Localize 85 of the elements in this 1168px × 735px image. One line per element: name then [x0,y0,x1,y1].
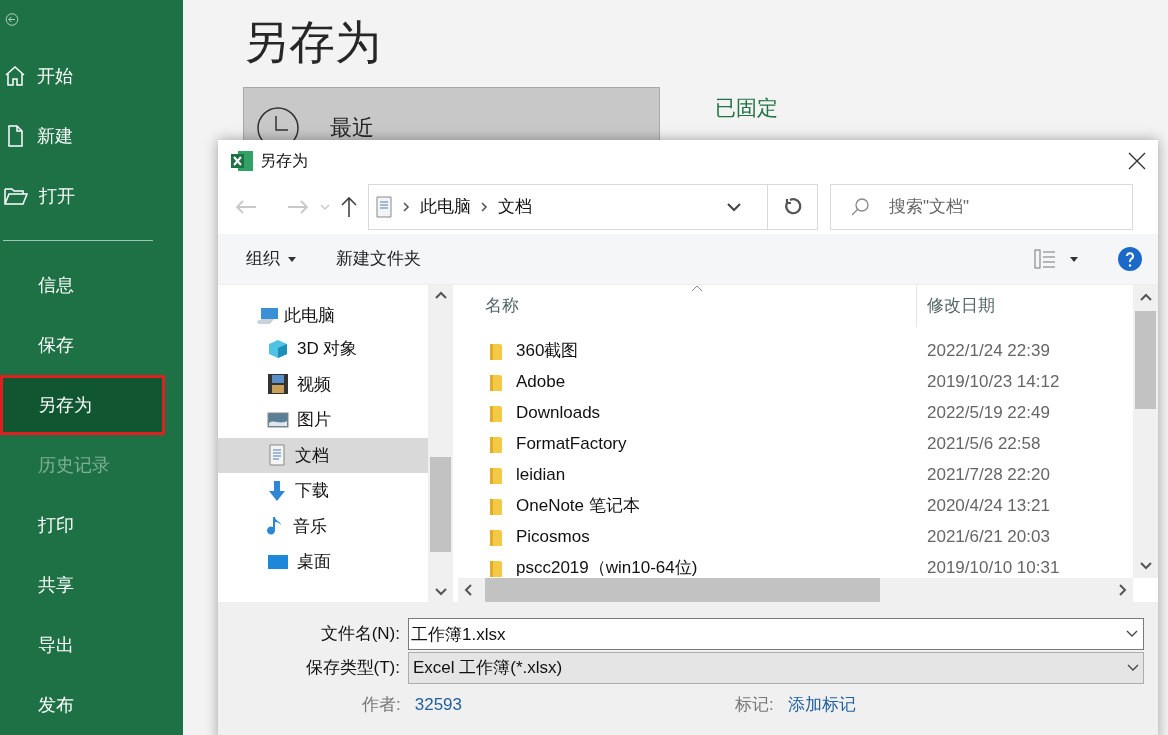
organize-menu[interactable]: 组织 [246,246,296,272]
file-name[interactable]: FormatFactory [516,430,627,457]
meta-value[interactable]: 32593 [414,692,462,718]
chevron-right-icon[interactable] [1119,584,1127,596]
desktop-icon [267,552,289,571]
chevron-right-icon [403,202,410,212]
search-field[interactable]: 搜索"文档" [830,184,1133,230]
tree-item[interactable]: 图片 [218,402,428,438]
tree-item[interactable]: 此电脑 [218,301,428,331]
file-name[interactable]: pscc2019（win10-64位) [516,554,698,581]
image-icon [267,410,289,429]
file-type-dropdown[interactable]: Excel 工作簿(*.xlsx) [408,652,1144,684]
sidebar-item[interactable]: 共享 [0,555,183,615]
document-icon [375,196,393,218]
close-icon[interactable] [1128,152,1146,170]
sidebar-item[interactable]: 打印 [0,495,183,555]
column-header[interactable]: 修改日期 [917,285,995,327]
chevron-right-icon [481,202,488,212]
meta-label: 标记: [735,694,774,716]
file-name-field[interactable]: 工作簿1.xlsx [408,618,1144,650]
modified-date: 2022/5/19 22:49 [926,401,1050,424]
field-label: 保存类型(T): [304,657,401,680]
spreadsheet-icon [230,150,254,172]
modified-date: 2019/10/10 10:31 [926,556,1060,579]
modified-date: 2021/6/21 20:03 [926,525,1050,548]
tree-item[interactable]: 文档 [218,437,428,473]
chevron-down-icon [1127,664,1139,672]
scroll-thumb[interactable] [485,578,880,602]
modified-date: 2021/7/28 22:20 [926,463,1050,486]
cube-icon [267,337,289,360]
modified-date: 2021/5/6 22:58 [926,432,1041,455]
file-name[interactable]: 360截图 [516,337,579,364]
tree-item[interactable]: 音乐 [218,508,428,544]
file-name[interactable]: Picosmos [516,523,590,550]
modified-date: 2022/1/24 22:39 [926,339,1050,362]
sidebar-item[interactable]: 信息 [0,255,183,315]
file-name[interactable]: Adobe [516,368,566,395]
page-title: 另存为 [243,15,382,70]
film-icon [267,373,289,396]
file-name[interactable]: leidian [516,461,566,488]
scroll-thumb[interactable] [1135,311,1156,409]
breadcrumb-item[interactable]: 此电脑 [420,194,471,220]
document-icon [267,444,287,467]
sidebar-item[interactable]: 发布 [0,675,183,735]
caret-icon [288,256,296,262]
sidebar-item[interactable]: 导出 [0,615,183,675]
chevron-down-icon[interactable] [727,202,741,212]
chevron-down-icon[interactable] [1126,630,1138,638]
sidebar-item[interactable]: 新建 [0,106,183,166]
column-header[interactable]: 名称 [485,296,519,315]
chevron-up-icon[interactable] [434,291,447,299]
sidebar-item[interactable]: 保存 [0,315,183,375]
chevron-down-icon[interactable] [1139,562,1152,570]
field-label: 文件名(N): [319,623,401,646]
home-icon [3,64,27,88]
download-icon [267,479,287,502]
file-name[interactable]: OneNote 笔记本 [516,492,640,519]
chevron-down-icon[interactable] [434,588,447,596]
sidebar-item[interactable]: 另存为 [0,375,165,435]
sidebar-item[interactable]: 开始 [0,46,183,106]
tree-item[interactable]: 视频 [218,366,428,402]
file-name[interactable]: Downloads [516,399,601,426]
scrollbar[interactable] [1133,285,1158,578]
pinned-heading: 已固定 [715,95,778,121]
meta-label: 作者: [362,694,401,716]
help-icon[interactable] [1118,247,1142,271]
address-bar[interactable]: 此电脑 文档 [368,184,818,230]
modified-date: 2019/10/23 14:12 [926,370,1060,393]
meta-value[interactable]: 添加标记 [787,692,856,718]
search-icon [850,197,870,217]
new-folder-button[interactable]: 新建文件夹 [336,246,421,272]
chevron-up-icon[interactable] [1139,293,1152,301]
modified-date: 2020/4/24 13:21 [926,494,1050,517]
caret-icon[interactable] [1070,256,1078,262]
chevron-left-icon[interactable] [464,584,472,596]
breadcrumb-item[interactable]: 文档 [498,194,532,220]
scroll-thumb[interactable] [430,457,451,552]
refresh-icon[interactable] [782,197,803,217]
scrollbar[interactable] [428,285,453,602]
tree-item[interactable]: 3D 对象 [218,331,428,367]
tree-item[interactable]: 桌面 [218,544,428,580]
tree-item[interactable]: 下载 [218,473,428,509]
computer-icon [256,306,280,326]
up-arrow-icon[interactable] [340,196,358,218]
sidebar-item[interactable]: 打开 [0,166,183,226]
